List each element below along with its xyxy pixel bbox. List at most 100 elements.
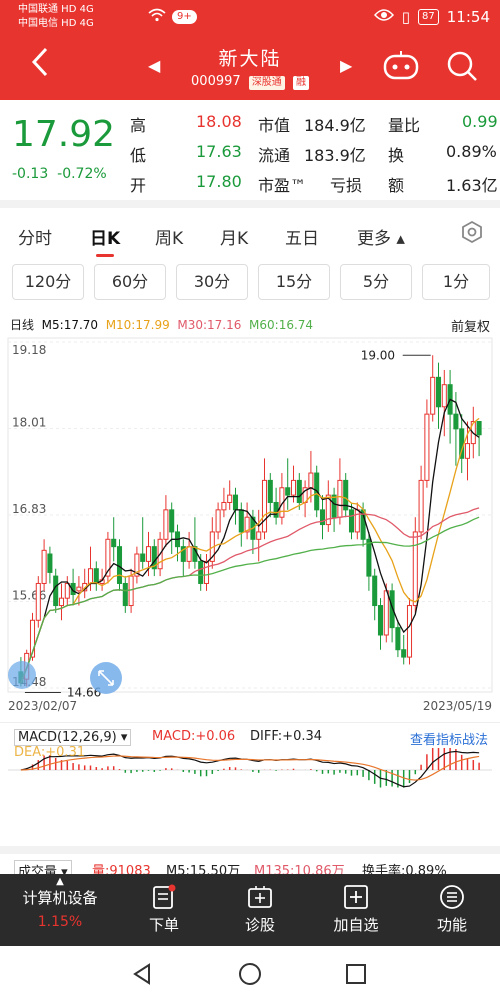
current-price: 17.92 <box>12 114 116 155</box>
sector-change: 1.15% <box>37 914 83 930</box>
stock-code: 000997 <box>191 74 241 89</box>
menu-circle-icon <box>440 885 464 909</box>
candle-body <box>319 509 326 526</box>
candle-body <box>366 538 372 577</box>
tab-five-day[interactable]: 五日 <box>285 224 319 249</box>
y-tick-label: 16.83 <box>12 502 46 516</box>
candle-body <box>256 531 262 540</box>
period-60min[interactable]: 60分 <box>94 264 166 300</box>
candle-body <box>337 479 343 518</box>
tab-daily-k[interactable]: 日K <box>90 224 120 257</box>
add-watchlist-button[interactable]: 加自选 <box>324 884 388 935</box>
period-5min[interactable]: 5分 <box>340 264 412 300</box>
tab-weekly-k[interactable]: 周K <box>155 224 183 249</box>
candle-body <box>145 546 152 562</box>
tab-more[interactable]: 更多 ▴ <box>357 224 405 249</box>
period-120min[interactable]: 120分 <box>12 264 84 300</box>
sector-name: 计算机设备 <box>22 889 98 907</box>
bottom-action-bar: ▲ 计算机设备 1.15% 下单 诊股 加自选 功能 <box>0 874 500 946</box>
order-button[interactable]: 下单 <box>136 884 192 935</box>
nav-back-icon[interactable] <box>130 962 154 986</box>
period-30min[interactable]: 30分 <box>176 264 248 300</box>
candle-body <box>140 553 146 562</box>
search-icon[interactable] <box>446 50 478 82</box>
change-value: -0.13 <box>12 166 49 182</box>
expand-up-icon: ▲ <box>56 876 64 887</box>
macd-chart <box>8 748 492 788</box>
open-value: 17.80 <box>196 172 242 191</box>
low-value: 17.63 <box>196 142 242 161</box>
candle-body <box>203 560 210 584</box>
pe-label: 市盈™ <box>258 176 307 195</box>
stock-name: 新大陆 <box>218 48 282 70</box>
candle-body <box>435 376 442 408</box>
function-button[interactable]: 功能 <box>424 884 480 935</box>
amount-label: 额 <box>388 176 405 195</box>
candle-body <box>116 546 123 584</box>
float-label: 流通 <box>258 146 291 165</box>
price-change: -0.13 -0.72% <box>12 166 107 182</box>
diagnose-label: 诊股 <box>244 916 275 934</box>
candle-body <box>232 494 239 511</box>
candle-body <box>285 487 291 496</box>
candle-body <box>406 605 413 658</box>
mcap-value: 184.9亿 <box>304 116 366 135</box>
order-label: 下单 <box>148 916 179 934</box>
add-watchlist-label: 加自选 <box>333 916 379 934</box>
tab-monthly-k[interactable]: 月K <box>220 224 248 249</box>
candle-body <box>308 472 314 489</box>
indicator-strategy-link[interactable]: 查看指标战法 <box>410 729 488 748</box>
float-value: 183.9亿 <box>304 146 366 165</box>
next-stock-icon[interactable]: ▶ <box>340 56 352 75</box>
candle-body <box>453 413 459 430</box>
candle-body <box>76 586 82 592</box>
candle-body <box>87 568 94 584</box>
carrier-1: 中国联通 HD 4G <box>18 4 94 15</box>
sgt-tag: 深股通 <box>248 76 285 90</box>
tab-intraday[interactable]: 分时 <box>18 224 52 249</box>
diff-line <box>20 750 480 788</box>
candle-body <box>395 627 401 651</box>
candlestick-chart[interactable]: 19.1818.0116.8315.6614.4819.0014.66 <box>0 330 500 720</box>
candle-body <box>418 479 424 533</box>
amount-value: 1.63亿 <box>446 176 498 195</box>
macd-value: MACD:+0.06 <box>152 729 236 744</box>
nav-recents-icon[interactable] <box>344 962 368 986</box>
sector-info[interactable]: ▲ 计算机设备 1.15% <box>10 874 110 930</box>
candle-body <box>424 413 430 481</box>
candle-body <box>267 479 273 503</box>
period-1min[interactable]: 1分 <box>422 264 490 300</box>
candle-body <box>354 509 360 533</box>
add-icon <box>344 885 368 909</box>
y-tick-label: 18.01 <box>12 416 46 430</box>
volume-ratio-value: 0.99 <box>462 112 498 131</box>
candle-body <box>348 509 355 533</box>
status-icons: 9+ <box>148 8 197 25</box>
candle-body <box>430 376 436 415</box>
stock-header: ◀ 新大陆 000997 深股通 融 ▶ <box>0 36 500 100</box>
diagnose-button[interactable]: 诊股 <box>232 884 288 935</box>
turnover-value: 0.89% <box>446 142 497 161</box>
mcap-label: 市值 <box>258 116 291 135</box>
candle-body <box>464 443 471 459</box>
chart-tabs: 分时 日K 周K 月K 五日 更多 ▴ <box>0 208 500 260</box>
macd-indicator-select[interactable]: MACD(12,26,9) ▾ <box>14 729 132 746</box>
candle-body <box>372 575 378 607</box>
wifi-icon <box>148 8 166 25</box>
y-tick-label: 15.66 <box>12 589 46 603</box>
robot-assistant-icon[interactable] <box>382 50 420 80</box>
candle-body <box>412 531 418 607</box>
end-date: 2023/05/19 <box>422 699 492 713</box>
candle-body <box>47 553 53 573</box>
stock-code-line: 000997 深股通 融 <box>0 74 500 90</box>
volume-header: 成交量 ▾ 量:91083 M5:15.50万 M135:10.86万 换手率:… <box>0 846 500 881</box>
turnover-label: 换 <box>388 146 405 165</box>
period-15min[interactable]: 15分 <box>258 264 330 300</box>
margin-tag: 融 <box>292 76 309 90</box>
nav-home-icon[interactable] <box>238 962 262 986</box>
low-label: 低 <box>130 146 147 165</box>
settings-icon[interactable] <box>460 220 484 249</box>
candle-body <box>186 546 192 562</box>
period-selector: 120分 60分 30分 15分 5分 1分 <box>0 264 500 304</box>
diagnose-icon <box>248 886 272 908</box>
